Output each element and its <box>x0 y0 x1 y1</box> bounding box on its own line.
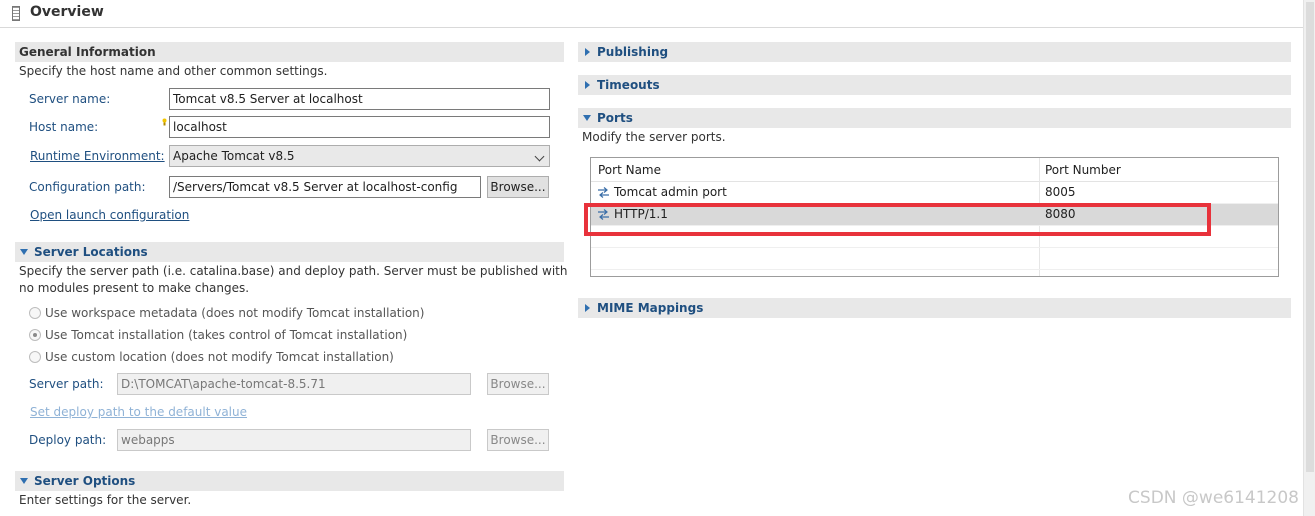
ports-description: Modify the server ports. <box>582 130 726 144</box>
server-locations-description-line2: no modules present to make changes. <box>19 281 250 295</box>
host-name-label: Host name: <box>29 120 99 134</box>
deploy-path-label: Deploy path: <box>29 433 107 447</box>
radio-custom-location[interactable]: Use custom location (does not modify Tom… <box>29 350 394 364</box>
expand-down-icon <box>20 249 28 255</box>
radio-circle <box>29 307 41 319</box>
publishing-header[interactable]: Publishing <box>578 42 1291 62</box>
server-path-browse-button[interactable]: Browse... <box>487 373 549 395</box>
configuration-path-input[interactable]: /Servers/Tomcat v8.5 Server at localhost… <box>169 176 481 198</box>
general-description: Specify the host name and other common s… <box>19 64 328 78</box>
runtime-environment-value: Apache Tomcat v8.5 <box>173 149 295 163</box>
server-locations-header[interactable]: Server Locations <box>15 242 564 262</box>
scrollbar-thumb[interactable] <box>1306 2 1314 472</box>
expand-right-icon <box>585 81 590 89</box>
expand-right-icon <box>585 304 590 312</box>
column-header-port-number[interactable]: Port Number <box>1045 163 1121 177</box>
expand-right-icon <box>585 48 590 56</box>
mime-mappings-header[interactable]: MIME Mappings <box>578 298 1291 318</box>
open-launch-configuration-link[interactable]: Open launch configuration <box>30 208 189 222</box>
deploy-path-input[interactable]: webapps <box>117 429 471 451</box>
server-path-input[interactable]: D:\TOMCAT\apache-tomcat-8.5.71 <box>117 373 471 395</box>
deploy-path-browse-button[interactable]: Browse... <box>487 429 549 451</box>
editor-title-bar: Overview <box>0 0 1303 28</box>
highlight-box <box>584 203 1211 236</box>
server-name-label: Server name: <box>29 92 111 106</box>
page-title: Overview <box>30 4 104 20</box>
vertical-scrollbar[interactable] <box>1303 0 1315 516</box>
table-row-empty <box>591 248 1278 270</box>
radio-circle-selected <box>29 329 41 341</box>
runtime-environment-select[interactable]: Apache Tomcat v8.5 <box>169 145 550 167</box>
set-deploy-path-link[interactable]: Set deploy path to the default value <box>30 405 247 419</box>
server-path-label: Server path: <box>29 377 104 391</box>
radio-workspace-metadata[interactable]: Use workspace metadata (does not modify … <box>29 306 424 320</box>
port-name-cell: Tomcat admin port <box>614 185 727 199</box>
host-name-input[interactable]: localhost <box>169 116 550 138</box>
configuration-browse-button[interactable]: Browse... <box>487 176 549 198</box>
ports-table-header: Port Name Port Number <box>591 158 1278 182</box>
expand-down-icon <box>20 478 28 484</box>
radio-tomcat-installation[interactable]: Use Tomcat installation (takes control o… <box>29 328 407 342</box>
column-header-port-name[interactable]: Port Name <box>598 163 661 177</box>
runtime-environment-link[interactable]: Runtime Environment: <box>30 149 165 163</box>
ports-header[interactable]: Ports <box>578 108 1291 128</box>
radio-circle <box>29 351 41 363</box>
lightbulb-icon <box>162 115 167 126</box>
server-locations-description-line1: Specify the server path (i.e. catalina.b… <box>19 264 568 278</box>
table-row[interactable]: Tomcat admin port 8005 <box>591 182 1278 204</box>
timeouts-header[interactable]: Timeouts <box>578 75 1291 95</box>
expand-down-icon <box>583 115 591 121</box>
server-editor-icon <box>12 6 20 21</box>
chevron-down-icon <box>534 151 545 162</box>
server-name-input[interactable]: Tomcat v8.5 Server at localhost <box>169 88 550 110</box>
general-information-header: General Information <box>15 42 564 62</box>
server-options-header[interactable]: Server Options <box>15 471 564 491</box>
port-number-cell[interactable]: 8005 <box>1045 185 1076 199</box>
server-options-description: Enter settings for the server. <box>19 493 192 507</box>
port-icon <box>597 187 610 198</box>
watermark: CSDN @we6141208 <box>1128 488 1299 508</box>
configuration-path-label: Configuration path: <box>29 180 146 194</box>
